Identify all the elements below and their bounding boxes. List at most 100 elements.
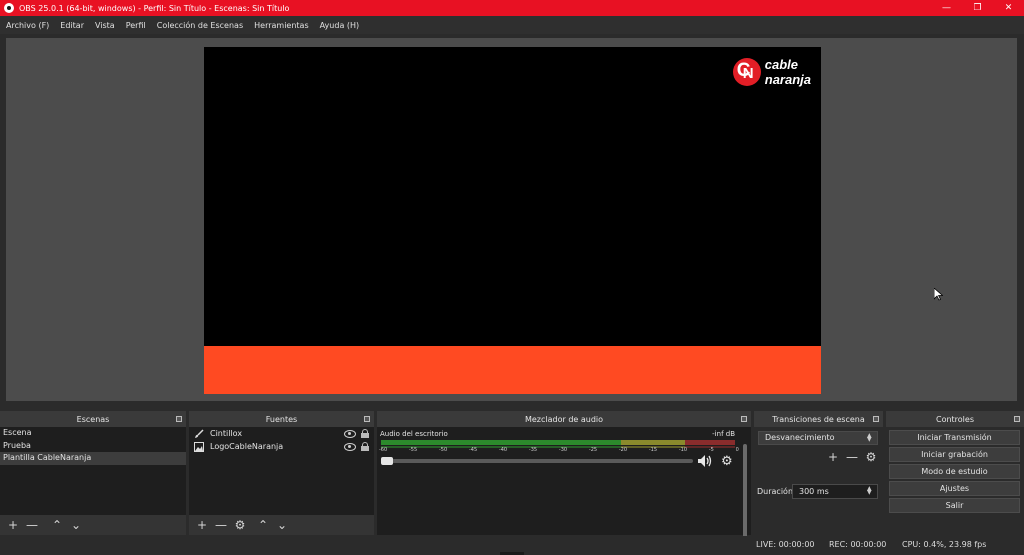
start-recording-button[interactable]: Iniciar grabación: [889, 447, 1020, 462]
cn-logo-icon: [732, 58, 761, 86]
mixer-scrollbar[interactable]: [743, 444, 747, 544]
logo-text-cable: cable: [764, 57, 798, 72]
chevron-updown-icon: ▲ ▼: [867, 432, 872, 443]
tick-label: -15: [648, 447, 658, 453]
scenes-toolbar: + — ⌃ ⌄: [0, 515, 186, 535]
close-button[interactable]: ✕: [993, 0, 1024, 16]
lock-icon[interactable]: [361, 442, 369, 451]
maximize-button[interactable]: ❐: [962, 0, 993, 16]
source-item[interactable]: Cintillox: [189, 427, 374, 440]
lock-icon[interactable]: [361, 429, 369, 438]
undock-icon[interactable]: [1014, 416, 1020, 422]
source-name: Cintillox: [210, 429, 243, 438]
remove-icon[interactable]: —: [212, 517, 230, 533]
gear-icon[interactable]: ⚙: [721, 454, 733, 469]
gear-icon[interactable]: ⚙: [231, 517, 249, 533]
remove-icon[interactable]: —: [843, 449, 861, 465]
undock-icon[interactable]: [873, 416, 879, 422]
gear-icon[interactable]: ⚙: [862, 449, 880, 465]
sources-toolbar: + — ⚙ ⌃ ⌄: [189, 515, 374, 535]
tick-label: -10: [678, 447, 688, 453]
audio-mixer-dock: Mezclador de audio Audio del escritorio …: [377, 411, 751, 544]
duration-label: Duración: [757, 487, 794, 496]
tick-label: 0: [735, 447, 739, 453]
visibility-eye-icon[interactable]: [344, 429, 356, 438]
stepper-icon[interactable]: ▲ ▼: [867, 486, 875, 496]
tick-label: -25: [588, 447, 598, 453]
tick-label: -40: [498, 447, 508, 453]
add-icon[interactable]: +: [4, 517, 22, 533]
tick-label: -45: [468, 447, 478, 453]
controls-header: Controles: [886, 411, 1024, 427]
scenes-header: Escenas: [0, 411, 186, 427]
settings-button[interactable]: Ajustes: [889, 481, 1020, 496]
menu-vista[interactable]: Vista: [95, 21, 115, 30]
scene-item-selected[interactable]: Plantilla CableNaranja: [0, 452, 186, 465]
controls-body: Iniciar Transmisión Iniciar grabación Mo…: [886, 427, 1024, 535]
visibility-eye-icon[interactable]: [344, 442, 356, 451]
menu-editar[interactable]: Editar: [60, 21, 84, 30]
duration-value: 300 ms: [799, 487, 829, 496]
transition-select[interactable]: Desvanecimiento ▲ ▼: [758, 431, 878, 445]
title-bar: OBS 25.0.1 (64-bit, windows) - Perfil: S…: [0, 0, 1024, 16]
mixer-header: Mezclador de audio: [377, 411, 751, 427]
tick-label: -20: [618, 447, 628, 453]
scene-item[interactable]: Escena: [0, 427, 186, 440]
add-icon[interactable]: +: [193, 517, 211, 533]
menu-herramientas[interactable]: Herramientas: [254, 21, 309, 30]
mixer-body: Audio del escritorio -inf dB -60 -55 -50…: [377, 427, 751, 544]
menu-ayuda[interactable]: Ayuda (H): [320, 21, 360, 30]
undock-icon[interactable]: [364, 416, 370, 422]
move-down-icon[interactable]: ⌄: [67, 517, 85, 533]
undock-icon[interactable]: [176, 416, 182, 422]
scenes-title: Escenas: [76, 414, 110, 424]
meter-ticks: -60 -55 -50 -45 -40 -35 -30 -25 -20 -15 …: [379, 447, 739, 453]
sources-title: Fuentes: [265, 414, 298, 424]
volume-slider-handle[interactable]: [381, 457, 393, 465]
tick-label: -5: [708, 447, 714, 453]
move-up-icon[interactable]: ⌃: [254, 517, 272, 533]
tick-label: -30: [558, 447, 568, 453]
remove-icon[interactable]: —: [23, 517, 41, 533]
preview-canvas[interactable]: cable naranja: [204, 47, 821, 394]
ticker-bar: [204, 346, 821, 394]
mixer-title: Mezclador de audio: [524, 414, 604, 424]
transitions-title: Transiciones de escena: [772, 414, 865, 424]
mouse-cursor-icon: [933, 287, 944, 303]
scenes-list: Escena Prueba Plantilla CableNaranja: [0, 427, 186, 515]
duration-field[interactable]: 300 ms ▲ ▼: [792, 484, 878, 499]
cable-naranja-logo: cable naranja: [732, 57, 811, 87]
channel-name: Audio del escritorio: [380, 430, 448, 438]
window-title: OBS 25.0.1 (64-bit, windows) - Perfil: S…: [19, 3, 290, 13]
transition-selected: Desvanecimiento: [765, 433, 835, 442]
tick-label: -55: [408, 447, 418, 453]
speaker-icon[interactable]: [697, 454, 713, 468]
menu-archivo[interactable]: Archivo (F): [6, 21, 49, 30]
add-icon[interactable]: +: [824, 449, 842, 465]
volume-slider[interactable]: [381, 457, 693, 465]
source-item[interactable]: LogoCableNaranja: [189, 440, 374, 453]
move-up-icon[interactable]: ⌃: [48, 517, 66, 533]
channel-level: -inf dB: [712, 430, 735, 438]
sources-list: Cintillox LogoCableNaranja: [189, 427, 374, 515]
undock-icon[interactable]: [741, 416, 747, 422]
minimize-button[interactable]: —: [931, 0, 962, 16]
menu-coleccion-escenas[interactable]: Colección de Escenas: [157, 21, 243, 30]
start-streaming-button[interactable]: Iniciar Transmisión: [889, 430, 1020, 445]
volume-meter: [381, 440, 735, 445]
preview-area[interactable]: cable naranja: [6, 38, 1017, 401]
logo-text-naranja: naranja: [764, 72, 811, 87]
tick-label: -60: [379, 447, 388, 453]
source-name: LogoCableNaranja: [210, 442, 284, 451]
menu-perfil[interactable]: Perfil: [126, 21, 146, 30]
studio-mode-button[interactable]: Modo de estudio: [889, 464, 1020, 479]
live-status: LIVE: 00:00:00: [756, 540, 815, 549]
image-icon: [194, 441, 204, 452]
move-down-icon[interactable]: ⌄: [273, 517, 291, 533]
scene-item[interactable]: Prueba: [0, 440, 186, 453]
controls-dock: Controles Iniciar Transmisión Iniciar gr…: [886, 411, 1024, 535]
sources-dock: Fuentes Cintillox LogoCableNaranja + — ⚙…: [189, 411, 374, 535]
obs-app-icon: [4, 3, 14, 13]
tick-label: -50: [438, 447, 448, 453]
exit-button[interactable]: Salir: [889, 498, 1020, 513]
